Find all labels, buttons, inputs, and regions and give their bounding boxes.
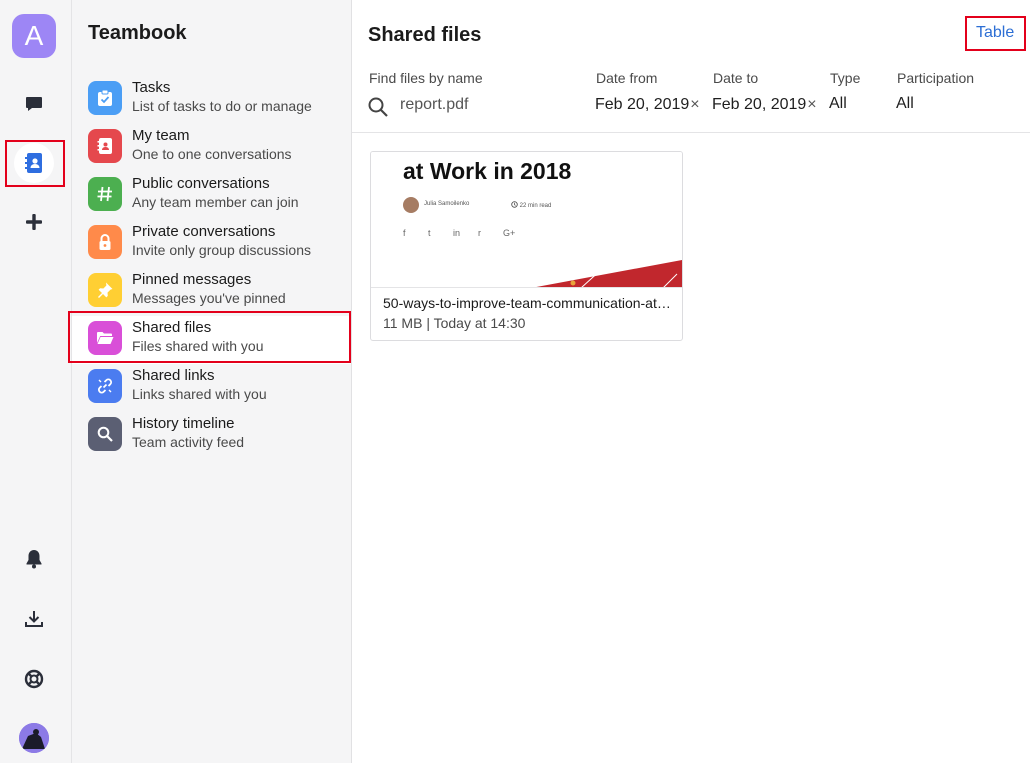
- sidebar-item-label: Pinned messages: [132, 271, 252, 288]
- sidebar-nav: Tasks List of tasks to do or manage My t…: [72, 76, 351, 460]
- clipboard-check-icon: [88, 81, 122, 115]
- date-to-label: Date to: [713, 70, 759, 86]
- sidebar-item-label: Shared links: [132, 367, 215, 384]
- name-filter-input[interactable]: report.pdf: [400, 96, 468, 114]
- sidebar-item-label: Private conversations: [132, 223, 276, 240]
- search-icon: [367, 96, 389, 118]
- participation-filter-label: Participation: [897, 70, 975, 86]
- sidebar-item-label: Tasks: [132, 79, 171, 96]
- workspace-letter: A: [24, 20, 44, 51]
- user-avatar[interactable]: [19, 723, 49, 753]
- clear-date-from-icon[interactable]: ×: [690, 96, 699, 113]
- sidebar-item-label: My team: [132, 127, 190, 144]
- chat-icon[interactable]: [14, 84, 54, 124]
- contact-card-icon: [88, 129, 122, 163]
- file-meta: 11 MB | Today at 14:30: [383, 315, 526, 331]
- file-name: 50-ways-to-improve-team-communication-at…: [383, 295, 673, 311]
- sidebar-item-sublabel: Files shared with you: [132, 338, 264, 354]
- table-view-link[interactable]: Table: [976, 24, 1014, 42]
- sidebar-item-sublabel: Team activity feed: [132, 434, 245, 450]
- file-thumbnail: at Work in 2018 Julia Samoilenko 22 min …: [371, 152, 682, 288]
- sidebar-item-sublabel: One to one conversations: [132, 146, 292, 162]
- name-filter-label: Find files by name: [369, 70, 483, 86]
- date-from-label: Date from: [596, 70, 658, 86]
- pin-icon: [88, 273, 122, 307]
- sidebar-item-shared-links[interactable]: Shared links Links shared with you: [72, 364, 351, 412]
- sidebar-item-tasks[interactable]: Tasks List of tasks to do or manage: [72, 76, 351, 124]
- search-icon: [88, 417, 122, 451]
- sidebar-title: Teambook: [88, 22, 187, 44]
- contacts-book-icon[interactable]: [14, 143, 54, 183]
- sidebar-item-label: Shared files: [132, 319, 212, 336]
- lifebuoy-icon[interactable]: [14, 659, 54, 699]
- filter-divider: [352, 132, 1030, 133]
- bell-icon[interactable]: [14, 539, 54, 579]
- sidebar: Teambook Tasks List of tasks to do or ma…: [72, 0, 352, 763]
- clear-date-to-icon[interactable]: ×: [807, 96, 816, 113]
- type-filter-select[interactable]: All: [829, 95, 847, 113]
- sidebar-item-sublabel: Any team member can join: [132, 194, 299, 210]
- date-from-value: Feb 20, 2019: [595, 96, 690, 113]
- sidebar-item-sublabel: Invite only group discussions: [132, 242, 311, 258]
- date-from-field[interactable]: Feb 20, 2019×: [595, 96, 700, 114]
- sidebar-item-private-conversations[interactable]: Private conversations Invite only group …: [72, 220, 351, 268]
- plus-icon[interactable]: [14, 202, 54, 242]
- download-icon[interactable]: [14, 599, 54, 639]
- link-icon: [88, 369, 122, 403]
- date-to-field[interactable]: Feb 20, 2019×: [712, 96, 817, 114]
- sidebar-item-sublabel: Messages you've pinned: [132, 290, 286, 306]
- file-card[interactable]: at Work in 2018 Julia Samoilenko 22 min …: [370, 151, 683, 341]
- sidebar-item-history-timeline[interactable]: History timeline Team activity feed: [72, 412, 351, 460]
- lock-icon: [88, 225, 122, 259]
- folder-open-icon: [88, 321, 122, 355]
- hashtag-icon: [88, 177, 122, 211]
- app-rail: A: [0, 0, 72, 763]
- page-title: Shared files: [368, 24, 482, 46]
- sidebar-item-my-team[interactable]: My team One to one conversations: [72, 124, 351, 172]
- sidebar-item-sublabel: Links shared with you: [132, 386, 267, 402]
- sidebar-item-public-conversations[interactable]: Public conversations Any team member can…: [72, 172, 351, 220]
- workspace-avatar[interactable]: A: [12, 14, 56, 58]
- participation-filter-select[interactable]: All: [896, 95, 914, 113]
- type-filter-label: Type: [830, 70, 861, 86]
- sidebar-item-label: Public conversations: [132, 175, 270, 192]
- sidebar-item-sublabel: List of tasks to do or manage: [132, 98, 312, 114]
- sidebar-item-label: History timeline: [132, 415, 235, 432]
- sidebar-item-pinned-messages[interactable]: Pinned messages Messages you've pinned: [72, 268, 351, 316]
- thumbnail-red-banner: [536, 260, 682, 287]
- date-to-value: Feb 20, 2019: [712, 96, 807, 113]
- sidebar-item-shared-files[interactable]: Shared files Files shared with you: [72, 316, 351, 364]
- main-panel: Shared files Table Find files by name re…: [352, 0, 1030, 763]
